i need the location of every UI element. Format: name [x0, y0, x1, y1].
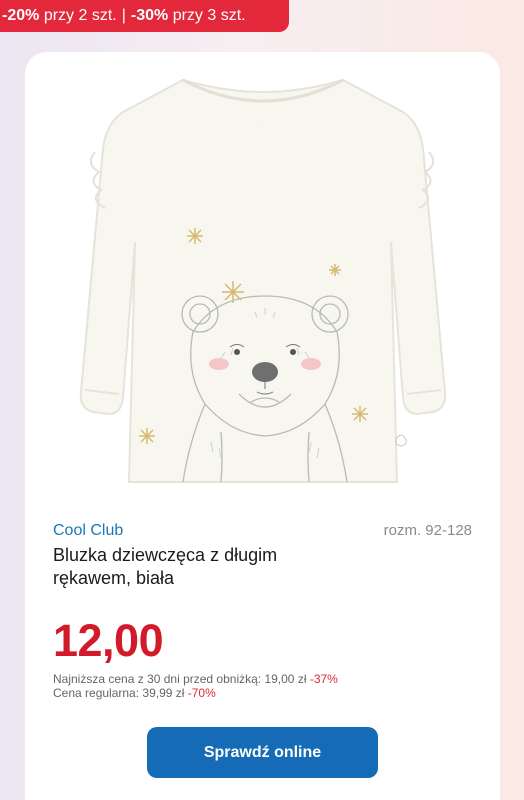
product-title[interactable]: Bluzka dziewczęca z długim rękawem, biał…: [53, 544, 353, 590]
size-range: rozm. 92-128: [383, 522, 472, 539]
promo-text-3: przy 3 szt.: [172, 7, 246, 24]
regular-price-discount: -70%: [187, 686, 216, 700]
product-price: 12,00: [53, 615, 164, 666]
brand-link[interactable]: Cool Club: [53, 522, 123, 540]
regular-price-note: Cena regularna: 39,99 zł -70%: [53, 686, 216, 700]
promo-discount-2: -20%: [2, 7, 40, 24]
promo-banner: -20% przy 2 szt. | -30% przy 3 szt.: [0, 0, 289, 32]
regular-price-label: Cena regularna: 39,99 zł: [53, 686, 185, 700]
promo-discount-3: -30%: [130, 7, 169, 24]
lowest-price-label: Najniższa cena z 30 dni przed obniżką: 1…: [53, 672, 307, 686]
promo-separator: |: [121, 7, 126, 24]
lowest-price-note: Najniższa cena z 30 dni przed obniżką: 1…: [53, 672, 338, 686]
check-online-button[interactable]: Sprawdź online: [147, 727, 378, 778]
svg-text:·: ·: [262, 117, 264, 124]
lowest-price-discount: -37%: [309, 672, 338, 686]
product-image[interactable]: ·: [25, 52, 500, 492]
promo-text-2: przy 2 szt.: [43, 7, 117, 24]
product-card[interactable]: · Cool Club rozm. 92-128 Bluzka dziewczę…: [25, 52, 500, 800]
